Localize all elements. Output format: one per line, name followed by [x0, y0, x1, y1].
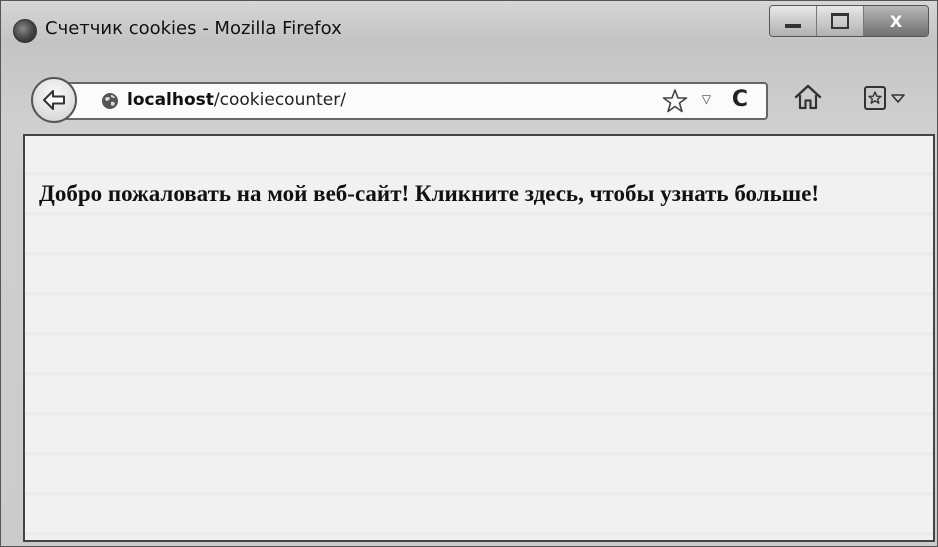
navigation-bar: localhost/cookiecounter/ ▽ C — [1, 69, 937, 127]
window-controls: X — [769, 5, 929, 37]
maximize-button[interactable] — [816, 6, 863, 36]
reload-icon[interactable]: C — [732, 87, 748, 112]
bookmarks-button[interactable] — [863, 85, 906, 111]
page-content: Добро пожаловать на мой веб-сайт! Кликни… — [23, 134, 935, 542]
window-title: Счетчик cookies - Mozilla Firefox — [45, 18, 342, 39]
url-path: /cookiecounter/ — [213, 90, 346, 110]
url-dropdown-icon[interactable]: ▽ — [702, 92, 711, 106]
firefox-icon — [13, 19, 37, 43]
star-icon[interactable] — [662, 88, 688, 114]
bookmarks-icon — [864, 86, 886, 110]
back-arrow-icon — [43, 90, 65, 110]
url-host: localhost — [127, 90, 214, 110]
browser-window: Счетчик cookies - Mozilla Firefox X loca… — [0, 0, 938, 547]
home-icon — [794, 84, 822, 110]
globe-icon — [102, 93, 118, 109]
close-button[interactable]: X — [863, 6, 928, 36]
home-button[interactable] — [793, 83, 823, 115]
minimize-button[interactable] — [770, 6, 816, 36]
minimize-icon — [785, 24, 801, 28]
maximize-icon — [831, 13, 849, 29]
url-text: localhost/cookiecounter/ — [127, 90, 346, 110]
close-icon: X — [889, 11, 903, 31]
chevron-down-icon — [891, 94, 905, 103]
url-bar[interactable]: localhost/cookiecounter/ ▽ C — [63, 82, 768, 120]
title-bar: Счетчик cookies - Mozilla Firefox X — [1, 1, 937, 63]
back-button[interactable] — [31, 77, 77, 123]
welcome-link[interactable]: Добро пожаловать на мой веб-сайт! Кликни… — [39, 176, 919, 212]
